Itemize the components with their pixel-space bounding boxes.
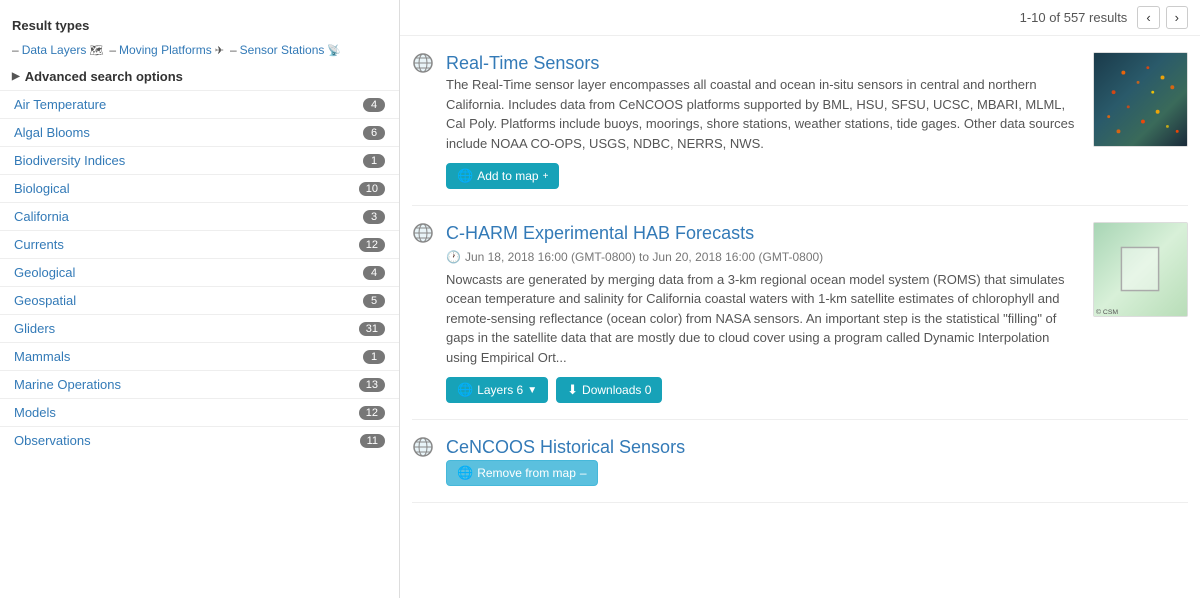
data-layers-icon: 🗺 [89, 44, 103, 57]
filter-badge-gliders: 31 [359, 322, 385, 336]
filter-item-geospatial[interactable]: Geospatial 5 [0, 286, 399, 314]
filter-badge-observations: 11 [360, 434, 385, 448]
filter-link-air-temperature[interactable]: Air Temperature [14, 97, 106, 112]
result-types-heading: Result types [0, 10, 399, 39]
filter-badge-california: 3 [363, 210, 385, 224]
filter-link-biological[interactable]: Biological [14, 181, 70, 196]
filter-badge-geological: 4 [363, 266, 385, 280]
filter-link-biodiversity-indices[interactable]: Biodiversity Indices [14, 153, 125, 168]
filter-item-algal-blooms[interactable]: Algal Blooms 6 [0, 118, 399, 146]
filter-link-algal-blooms[interactable]: Algal Blooms [14, 125, 90, 140]
filter-link-marine-operations[interactable]: Marine Operations [14, 377, 121, 392]
filter-item-currents[interactable]: Currents 12 [0, 230, 399, 258]
filter-item-biological[interactable]: Biological 10 [0, 174, 399, 202]
result-type-data-layers-link[interactable]: Data Layers [22, 43, 87, 57]
result-title-real-time-sensors[interactable]: Real-Time Sensors [446, 53, 599, 73]
result-title-cencoos-historical[interactable]: CeNCOOS Historical Sensors [446, 437, 685, 457]
dash-icon-3: – [230, 43, 237, 57]
result-desc-real-time-sensors: The Real-Time sensor layer encompasses a… [446, 75, 1081, 153]
result-type-moving-platforms[interactable]: – Moving Platforms ✈ [109, 43, 224, 57]
result-type-sensor-stations-link[interactable]: Sensor Stations [240, 43, 325, 57]
globe-icon [412, 436, 434, 485]
result-actions-real-time-sensors: 🌐 Add to map + [446, 163, 1081, 189]
main-content: 1-10 of 557 results ‹ › Real-Time Sensor… [400, 0, 1200, 598]
pagination-next-button[interactable]: › [1166, 6, 1188, 29]
filter-badge-algal-blooms: 6 [363, 126, 385, 140]
filter-link-geospatial[interactable]: Geospatial [14, 293, 76, 308]
result-thumb-real-time-sensors [1093, 52, 1188, 147]
filter-link-mammals[interactable]: Mammals [14, 349, 70, 364]
caret-icon: ▼ [527, 385, 537, 396]
result-card-body-cencoos-historical: CeNCOOS Historical Sensors 🌐 Remove from … [446, 436, 1188, 485]
result-type-sensor-stations[interactable]: – Sensor Stations 📡 [230, 43, 341, 57]
filter-item-gliders[interactable]: Gliders 31 [0, 314, 399, 342]
pagination-bar: 1-10 of 557 results ‹ › [400, 0, 1200, 36]
advanced-toggle-label: Advanced search options [25, 69, 183, 84]
filter-item-observations[interactable]: Observations 11 [0, 426, 399, 454]
clock-icon: 🕐 [446, 250, 461, 264]
advanced-search-toggle[interactable]: ▶ Advanced search options [0, 63, 399, 90]
filter-item-models[interactable]: Models 12 [0, 398, 399, 426]
sensor-stations-icon: 📡 [327, 44, 341, 57]
result-card-c-harm: C-HARM Experimental HAB Forecasts 🕐 Jun 1… [412, 206, 1188, 420]
filter-badge-mammals: 1 [363, 350, 385, 364]
results-list: Real-Time SensorsThe Real-Time sensor la… [400, 36, 1200, 503]
filter-badge-biological: 10 [359, 182, 385, 196]
result-type-data-layers[interactable]: – Data Layers 🗺 [12, 43, 103, 57]
result-actions-cencoos-historical: 🌐 Remove from map – [446, 460, 1188, 486]
filter-link-observations[interactable]: Observations [14, 433, 91, 448]
filter-link-gliders[interactable]: Gliders [14, 321, 55, 336]
layers-button[interactable]: 🌐 Layers 6 ▼ [446, 377, 548, 403]
result-card-cencoos-historical: CeNCOOS Historical Sensors 🌐 Remove from … [412, 420, 1188, 502]
filter-badge-geospatial: 5 [363, 294, 385, 308]
remove-from-map-button[interactable]: 🌐 Remove from map – [446, 460, 598, 486]
result-thumb-c-harm: © CSM [1093, 222, 1188, 317]
globe-icon [412, 52, 434, 189]
filter-badge-air-temperature: 4 [363, 98, 385, 112]
svg-text:© CSM: © CSM [1096, 308, 1118, 316]
dash-icon-2: – [109, 43, 116, 57]
result-desc-c-harm: Nowcasts are generated by merging data f… [446, 270, 1081, 368]
result-actions-c-harm: 🌐 Layers 6 ▼ ⬇ Downloads 0 [446, 377, 1081, 403]
globe-remove-icon: 🌐 [457, 465, 473, 481]
filter-badge-marine-operations: 13 [359, 378, 385, 392]
globe-add-icon: 🌐 [457, 168, 473, 184]
filter-list: Air Temperature 4 Algal Blooms 6 Biodive… [0, 90, 399, 454]
filter-link-currents[interactable]: Currents [14, 237, 64, 252]
moving-platforms-icon: ✈ [215, 44, 224, 57]
result-card-real-time-sensors: Real-Time SensorsThe Real-Time sensor la… [412, 36, 1188, 206]
filter-badge-biodiversity-indices: 1 [363, 154, 385, 168]
result-type-moving-platforms-link[interactable]: Moving Platforms [119, 43, 212, 57]
pagination-prev-button[interactable]: ‹ [1137, 6, 1159, 29]
filter-item-geological[interactable]: Geological 4 [0, 258, 399, 286]
result-types-row: – Data Layers 🗺 – Moving Platforms ✈ – S… [0, 39, 399, 63]
layers-icon: 🌐 [457, 382, 473, 398]
downloads-icon: ⬇ [567, 382, 578, 398]
result-card-body-c-harm: C-HARM Experimental HAB Forecasts 🕐 Jun 1… [446, 222, 1081, 403]
result-date-c-harm: 🕐 Jun 18, 2018 16:00 (GMT-0800) to Jun 2… [446, 250, 1081, 264]
globe-icon [412, 222, 434, 403]
result-card-body-real-time-sensors: Real-Time SensorsThe Real-Time sensor la… [446, 52, 1081, 189]
filter-item-california[interactable]: California 3 [0, 202, 399, 230]
filter-link-models[interactable]: Models [14, 405, 56, 420]
triangle-icon: ▶ [12, 71, 20, 82]
downloads-button[interactable]: ⬇ Downloads 0 [556, 377, 662, 403]
filter-badge-models: 12 [359, 406, 385, 420]
add-to-map-button[interactable]: 🌐 Add to map + [446, 163, 559, 189]
filter-link-geological[interactable]: Geological [14, 265, 75, 280]
dash-icon: – [12, 43, 19, 57]
filter-badge-currents: 12 [359, 238, 385, 252]
filter-item-mammals[interactable]: Mammals 1 [0, 342, 399, 370]
filter-link-california[interactable]: California [14, 209, 69, 224]
pagination-info: 1-10 of 557 results [1020, 10, 1128, 25]
plus-icon: + [543, 171, 549, 182]
sidebar: Result types – Data Layers 🗺 – Moving Pl… [0, 0, 400, 598]
minus-icon: – [580, 466, 587, 480]
filter-item-marine-operations[interactable]: Marine Operations 13 [0, 370, 399, 398]
filter-item-air-temperature[interactable]: Air Temperature 4 [0, 90, 399, 118]
filter-item-biodiversity-indices[interactable]: Biodiversity Indices 1 [0, 146, 399, 174]
result-title-c-harm[interactable]: C-HARM Experimental HAB Forecasts [446, 223, 754, 243]
